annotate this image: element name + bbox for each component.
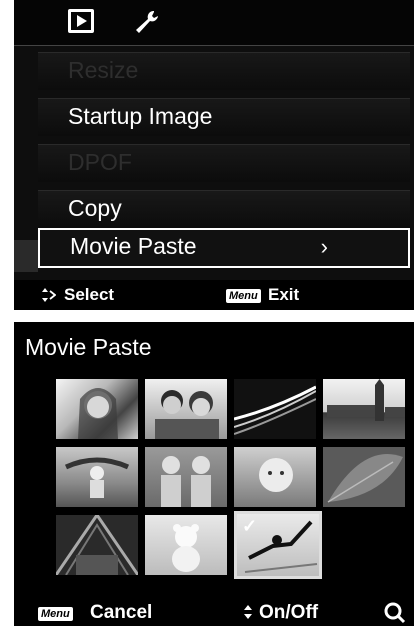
up-down-arrows-icon (244, 605, 252, 619)
thumbnail-kids-outdoors[interactable] (56, 447, 138, 507)
menu-item-copy[interactable]: Copy (38, 190, 410, 228)
on-off-hint: On/Off (259, 602, 319, 623)
menu-tab-bar (14, 0, 414, 46)
thumbnail-woman-portrait[interactable] (56, 379, 138, 439)
menu-item-label: Copy (68, 195, 122, 221)
menu-key-icon: Menu (226, 289, 261, 303)
menu-key-icon: Menu (38, 607, 73, 621)
menu-item-label: Resize (68, 57, 139, 83)
thumbnail-couple-portrait[interactable] (145, 379, 227, 439)
wrench-icon[interactable] (132, 9, 162, 33)
menu-item-resize: Resize (38, 52, 410, 90)
menu-item-label: DPOF (68, 149, 132, 175)
menu-item-startup-image[interactable]: Startup Image (38, 98, 410, 136)
play-icon[interactable] (68, 9, 94, 33)
movie-paste-screen: Movie Paste ✓ Menu Cancel On/Off (14, 322, 414, 626)
thumbnail-tent-structure[interactable] (56, 515, 138, 575)
menu-item-label: Movie Paste (70, 233, 197, 259)
thumbnail-skier-selected[interactable]: ✓ (234, 511, 322, 579)
page-title: Movie Paste (25, 334, 152, 360)
up-down-arrows-icon (42, 288, 56, 302)
thumbnail-teddy-bear[interactable] (145, 515, 227, 575)
thumbnail-two-children[interactable] (145, 447, 227, 507)
menu-item-movie-paste[interactable]: Movie Paste › (38, 228, 410, 268)
thumbnail-baby-portrait[interactable] (234, 447, 316, 507)
thumbnail-night-road[interactable] (234, 379, 316, 439)
magnifier-zoom-icon[interactable] (384, 602, 406, 624)
movie-paste-footer: Menu Cancel On/Off (14, 598, 414, 626)
settings-menu-screen: Resize Startup Image DPOF Copy Movie Pas… (14, 0, 414, 310)
menu-item-label: Startup Image (68, 103, 213, 129)
exit-hint: Exit (268, 285, 300, 304)
thumbnail-big-ben[interactable] (323, 379, 405, 439)
menu-footer: Select Menu Exit (14, 280, 414, 310)
menu-item-dpof: DPOF (38, 144, 410, 182)
thumbnail-leaf-closeup[interactable] (323, 447, 405, 507)
check-mark-icon: ✓ (242, 516, 258, 536)
menu-scroll-indicator (14, 240, 38, 272)
select-hint: Select (64, 285, 115, 304)
cancel-hint: Cancel (90, 602, 153, 623)
chevron-right-icon: › (320, 234, 328, 259)
